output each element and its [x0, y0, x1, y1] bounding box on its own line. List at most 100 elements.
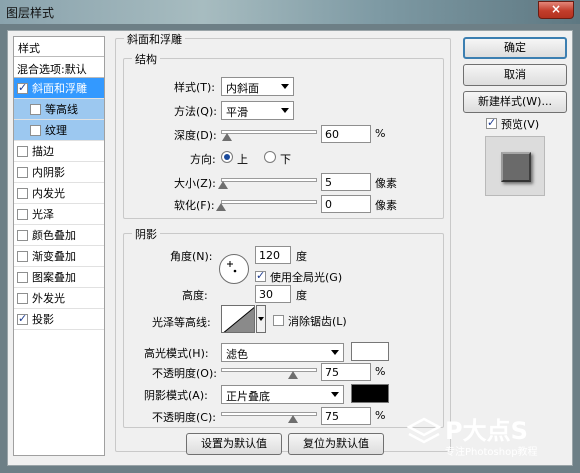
- blend-options-item[interactable]: 混合选项:默认: [14, 57, 104, 78]
- chevron-down-icon: [331, 392, 339, 397]
- style-item-checkbox[interactable]: [30, 124, 41, 136]
- angle-crosshair-icon: [227, 261, 237, 273]
- depth-input[interactable]: 60: [321, 125, 371, 143]
- chevron-down-icon: [281, 84, 289, 89]
- direction-down-label[interactable]: 下: [280, 151, 291, 167]
- soften-slider-thumb[interactable]: [216, 203, 226, 212]
- shadow-opacity-input[interactable]: 75: [321, 407, 371, 425]
- watermark-tagline: 专注Photoshop教程: [445, 447, 538, 458]
- style-item-label: 颜色叠加: [32, 229, 76, 242]
- gloss-contour-label: 光泽等高线:: [152, 316, 211, 329]
- shadow-color-swatch[interactable]: [351, 384, 389, 403]
- direction-up-label[interactable]: 上: [237, 151, 248, 167]
- angle-input[interactable]: 120: [255, 246, 291, 264]
- size-slider-track[interactable]: [221, 178, 317, 182]
- highlight-mode-select[interactable]: 滤色: [221, 343, 344, 362]
- reset-default-button[interactable]: 复位为默认值: [288, 433, 384, 455]
- styles-header[interactable]: 样式: [14, 37, 104, 57]
- highlight-opacity-track[interactable]: [221, 368, 317, 372]
- make-default-button[interactable]: 设置为默认值: [186, 433, 282, 455]
- size-input[interactable]: 5: [321, 173, 371, 191]
- close-button[interactable]: ×: [538, 1, 574, 19]
- style-item[interactable]: 斜面和浮雕: [14, 78, 104, 99]
- shadow-mode-select[interactable]: 正片叠底: [221, 385, 344, 404]
- angle-dial[interactable]: [219, 254, 249, 284]
- style-item-label: 等高线: [45, 103, 78, 116]
- preview-swatch: [501, 152, 531, 182]
- global-light-checkbox[interactable]: [255, 269, 266, 282]
- structure-group: 结构 样式(T): 内斜面 方法(Q): 平滑 深度(D): 60 % 方向: …: [123, 51, 444, 219]
- style-label: 样式(T):: [174, 81, 216, 94]
- style-item-checkbox[interactable]: [17, 208, 28, 220]
- cancel-button[interactable]: 取消: [463, 64, 567, 86]
- dialog-body: 样式 混合选项:默认 斜面和浮雕等高线纹理描边内阴影内发光光泽颜色叠加渐变叠加图…: [7, 30, 573, 466]
- gloss-contour-preview[interactable]: [221, 305, 255, 333]
- style-item[interactable]: 外发光: [14, 288, 104, 309]
- highlight-color-swatch[interactable]: [351, 342, 389, 361]
- bevel-emboss-group: 斜面和浮雕 结构 样式(T): 内斜面 方法(Q): 平滑 深度(D): 60 …: [115, 31, 451, 455]
- style-item-label: 图案叠加: [32, 271, 76, 284]
- style-item-checkbox[interactable]: [30, 103, 41, 115]
- direction-up-radio[interactable]: [221, 151, 233, 163]
- shading-title: 阴影: [132, 226, 160, 242]
- depth-label: 深度(D):: [174, 129, 217, 142]
- angle-unit: 度: [296, 250, 307, 263]
- style-item[interactable]: 光泽: [14, 204, 104, 225]
- style-item[interactable]: 等高线: [14, 99, 104, 120]
- style-select[interactable]: 内斜面: [221, 77, 294, 96]
- global-light-label[interactable]: 使用全局光(G): [270, 269, 342, 285]
- style-item-checkbox[interactable]: [17, 187, 28, 199]
- ok-button[interactable]: 确定: [463, 37, 567, 59]
- shadow-opacity-track[interactable]: [221, 412, 317, 416]
- altitude-label: 高度:: [182, 289, 208, 302]
- style-item[interactable]: 渐变叠加: [14, 246, 104, 267]
- style-item-label: 描边: [32, 145, 54, 158]
- direction-down-radio[interactable]: [264, 151, 276, 163]
- preview-label[interactable]: 预览(V): [501, 116, 539, 132]
- style-item-checkbox[interactable]: [17, 145, 28, 157]
- angle-label: 角度(N):: [170, 250, 213, 263]
- new-style-button[interactable]: 新建样式(W)...: [463, 91, 567, 113]
- style-item-label: 内阴影: [32, 166, 65, 179]
- soften-slider-track[interactable]: [221, 200, 317, 204]
- shadow-opacity-thumb[interactable]: [288, 415, 298, 424]
- style-item[interactable]: 图案叠加: [14, 267, 104, 288]
- bevel-emboss-title: 斜面和浮雕: [124, 31, 185, 47]
- style-item[interactable]: 颜色叠加: [14, 225, 104, 246]
- size-slider-thumb[interactable]: [217, 181, 228, 190]
- style-item[interactable]: 内发光: [14, 183, 104, 204]
- altitude-unit: 度: [296, 289, 307, 302]
- antialias-label[interactable]: 消除锯齿(L): [288, 313, 347, 329]
- method-select[interactable]: 平滑: [221, 101, 294, 120]
- style-item-checkbox[interactable]: [17, 166, 28, 178]
- shadow-opacity-unit: %: [375, 409, 386, 422]
- style-item-label: 渐变叠加: [32, 250, 76, 263]
- style-item-checkbox[interactable]: [17, 250, 28, 262]
- gloss-contour-dropdown[interactable]: [256, 305, 266, 333]
- style-item[interactable]: 描边: [14, 141, 104, 162]
- highlight-opacity-input[interactable]: 75: [321, 363, 371, 381]
- depth-slider-track[interactable]: [221, 130, 317, 134]
- style-item-checkbox[interactable]: [17, 229, 28, 241]
- altitude-input[interactable]: 30: [255, 285, 291, 303]
- contour-curve-icon: [223, 306, 254, 332]
- chevron-down-icon: [258, 317, 264, 321]
- soften-input[interactable]: 0: [321, 195, 371, 213]
- highlight-opacity-label: 不透明度(O):: [152, 367, 217, 380]
- soften-unit: 像素: [375, 199, 397, 212]
- method-label: 方法(Q):: [174, 105, 217, 118]
- style-item[interactable]: 内阴影: [14, 162, 104, 183]
- style-item-label: 光泽: [32, 208, 54, 221]
- window-titlebar[interactable]: 图层样式 ×: [0, 0, 580, 24]
- style-item-checkbox[interactable]: [17, 312, 28, 325]
- depth-slider-thumb[interactable]: [221, 133, 232, 142]
- antialias-checkbox[interactable]: [273, 315, 284, 326]
- style-item[interactable]: 投影: [14, 309, 104, 330]
- preview-checkbox[interactable]: [486, 116, 497, 129]
- style-item-checkbox[interactable]: [17, 292, 28, 304]
- soften-label: 软化(F):: [174, 199, 215, 212]
- style-item[interactable]: 纹理: [14, 120, 104, 141]
- style-item-checkbox[interactable]: [17, 81, 28, 94]
- style-item-checkbox[interactable]: [17, 271, 28, 283]
- highlight-opacity-thumb[interactable]: [288, 371, 298, 380]
